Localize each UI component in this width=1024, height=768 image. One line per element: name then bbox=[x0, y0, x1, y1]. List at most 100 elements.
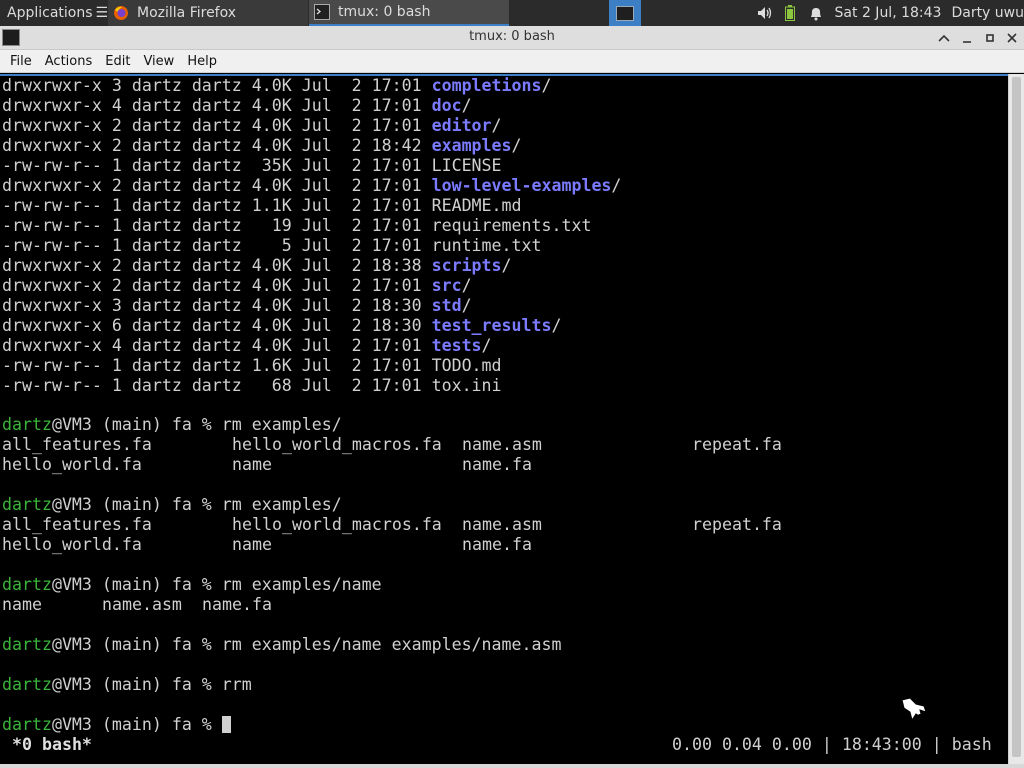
ls-dir-name: editor bbox=[431, 116, 492, 135]
prompt-user: dartz bbox=[2, 635, 52, 654]
ls-dir-suffix: / bbox=[551, 316, 562, 335]
notification-bell-icon[interactable] bbox=[807, 4, 825, 22]
applications-menu[interactable]: Applications ☰ bbox=[0, 0, 108, 26]
battery-icon[interactable] bbox=[782, 4, 800, 22]
prompt-host: @VM3 (main) fa % bbox=[51, 635, 222, 654]
window-titlebar[interactable]: tmux: 0 bash bbox=[0, 26, 1024, 50]
completion-item: hello_world.fa bbox=[2, 455, 142, 474]
prompt-line-current[interactable]: dartz@VM3 (main) fa % bbox=[2, 715, 231, 735]
prompt-host: @VM3 (main) fa % bbox=[51, 675, 222, 694]
tmux-window-list[interactable]: *0 bash* bbox=[12, 734, 92, 756]
maximize-button[interactable] bbox=[981, 29, 999, 47]
ls-dir-name: scripts bbox=[431, 256, 502, 275]
ls-row: drwxrwxr-x 2 dartz dartz 4.0K Jul 2 17:0… bbox=[2, 276, 472, 296]
ls-row-meta: -rw-rw-r-- 1 dartz dartz 1.1K Jul 2 17:0… bbox=[2, 196, 432, 215]
ls-row-meta: -rw-rw-r-- 1 dartz dartz 68 Jul 2 17:01 bbox=[2, 376, 432, 395]
maximize-icon bbox=[986, 34, 994, 42]
completion-item: name bbox=[232, 535, 272, 554]
terminal-scrollbar[interactable] bbox=[1008, 74, 1024, 764]
scrollbar-thumb[interactable] bbox=[1012, 77, 1021, 757]
ls-row: -rw-rw-r-- 1 dartz dartz 35K Jul 2 17:01… bbox=[2, 156, 502, 176]
ls-row: -rw-rw-r-- 1 dartz dartz 1.1K Jul 2 17:0… bbox=[2, 196, 522, 216]
ls-row: drwxrwxr-x 3 dartz dartz 4.0K Jul 2 18:3… bbox=[2, 296, 472, 316]
volume-icon[interactable] bbox=[756, 4, 774, 22]
ls-row: drwxrwxr-x 2 dartz dartz 4.0K Jul 2 17:0… bbox=[2, 116, 502, 136]
completion-row: hello_world.fa name name.fa bbox=[2, 535, 1002, 555]
completion-item: name bbox=[2, 595, 42, 614]
window-bottom-border bbox=[0, 764, 1024, 768]
taskbar-firefox-label: Mozilla Firefox bbox=[137, 5, 237, 21]
completion-row: all_features.fa hello_world_macros.fa na… bbox=[2, 515, 1002, 535]
completion-item: name.fa bbox=[462, 455, 532, 474]
ls-dir-suffix: / bbox=[611, 176, 622, 195]
taskbar-terminal[interactable]: tmux: 0 bash bbox=[309, 0, 509, 26]
prompt-host: @VM3 (main) fa % bbox=[51, 575, 222, 594]
prompt-user: dartz bbox=[2, 415, 52, 434]
text-cursor bbox=[221, 716, 231, 733]
taskbar-terminal-label: tmux: 0 bash bbox=[338, 4, 431, 20]
menu-separator: ☰ bbox=[95, 5, 108, 21]
ls-dir-suffix: / bbox=[481, 336, 492, 355]
prompt-host: @VM3 (main) fa % bbox=[51, 495, 222, 514]
terminal-icon bbox=[314, 4, 330, 20]
ls-row: drwxrwxr-x 4 dartz dartz 4.0K Jul 2 17:0… bbox=[2, 336, 492, 356]
prompt-line: dartz@VM3 (main) fa % rrm bbox=[2, 675, 252, 695]
completion-item: repeat.fa bbox=[692, 515, 782, 534]
prompt-host: @VM3 (main) fa % bbox=[51, 415, 222, 434]
ls-dir-name: src bbox=[431, 276, 462, 295]
user-menu[interactable]: Darty uwu bbox=[951, 5, 1024, 21]
ls-row: drwxrwxr-x 2 dartz dartz 4.0K Jul 2 17:0… bbox=[2, 176, 621, 196]
ls-file-name: TODO.md bbox=[431, 356, 502, 375]
ls-row-meta: drwxrwxr-x 4 dartz dartz 4.0K Jul 2 17:0… bbox=[2, 96, 432, 115]
minimize-icon bbox=[963, 41, 971, 43]
ls-dir-suffix: / bbox=[461, 276, 472, 295]
prompt-host: @VM3 (main) fa % bbox=[51, 715, 222, 734]
tmux-status-right: 0.00 0.04 0.00 | 18:43:00 | bash bbox=[672, 735, 992, 754]
applications-label: Applications bbox=[7, 5, 93, 21]
prompt-line: dartz@VM3 (main) fa % rm examples/ bbox=[2, 415, 342, 435]
system-tray: Sat 2 Jul, 18:43 Darty uwu bbox=[756, 0, 1024, 26]
taskbar-firefox[interactable]: Mozilla Firefox bbox=[108, 0, 308, 26]
chevron-up-icon bbox=[938, 34, 950, 42]
ls-row: drwxrwxr-x 2 dartz dartz 4.0K Jul 2 18:4… bbox=[2, 136, 522, 156]
minimize-button[interactable] bbox=[958, 29, 976, 47]
menu-view[interactable]: View bbox=[133, 54, 174, 69]
completion-row: all_features.fa hello_world_macros.fa na… bbox=[2, 435, 1002, 455]
command-text: rm examples/name bbox=[221, 575, 382, 594]
ls-dir-name: doc bbox=[431, 96, 462, 115]
ls-row: -rw-rw-r-- 1 dartz dartz 5 Jul 2 17:01 r… bbox=[2, 236, 542, 256]
prompt-user: dartz bbox=[2, 495, 52, 514]
ls-row-meta: drwxrwxr-x 2 dartz dartz 4.0K Jul 2 17:0… bbox=[2, 276, 432, 295]
prompt-line: dartz@VM3 (main) fa % rm examples/name bbox=[2, 575, 382, 595]
shade-button[interactable] bbox=[935, 29, 953, 47]
ls-dir-suffix: / bbox=[461, 296, 472, 315]
ls-row: -rw-rw-r-- 1 dartz dartz 1.6K Jul 2 17:0… bbox=[2, 356, 502, 376]
ls-row-meta: -rw-rw-r-- 1 dartz dartz 35K Jul 2 17:01 bbox=[2, 156, 432, 175]
completion-item: hello_world_macros.fa bbox=[232, 435, 442, 454]
prompt-user: dartz bbox=[2, 575, 52, 594]
ls-dir-name: examples bbox=[431, 136, 512, 155]
workspace-switcher[interactable] bbox=[609, 0, 641, 26]
ls-row: drwxrwxr-x 2 dartz dartz 4.0K Jul 2 18:3… bbox=[2, 256, 512, 276]
mouse-cursor-icon bbox=[901, 697, 927, 722]
ls-row-meta: -rw-rw-r-- 1 dartz dartz 1.6K Jul 2 17:0… bbox=[2, 356, 432, 375]
top-panel: Applications ☰ Mozilla Firefox tmux: 0 b… bbox=[0, 0, 1024, 26]
menu-file[interactable]: File bbox=[0, 54, 32, 69]
clock[interactable]: Sat 2 Jul, 18:43 bbox=[835, 5, 942, 21]
ls-file-name: README.md bbox=[431, 196, 522, 215]
tmux-status-bar: *0 bash* 0.00 0.04 0.00 | 18:43:00 | bas… bbox=[0, 734, 1008, 756]
ls-dir-suffix: / bbox=[491, 116, 502, 135]
menu-actions[interactable]: Actions bbox=[35, 54, 93, 69]
ls-dir-name: test_results bbox=[431, 316, 552, 335]
completion-item: name.fa bbox=[202, 595, 272, 614]
close-button[interactable] bbox=[1003, 29, 1021, 47]
terminal-view[interactable]: drwxrwxr-x 3 dartz dartz 4.0K Jul 2 17:0… bbox=[0, 74, 1008, 764]
ls-row: -rw-rw-r-- 1 dartz dartz 19 Jul 2 17:01 … bbox=[2, 216, 591, 236]
ls-file-name: tox.ini bbox=[431, 376, 502, 395]
ls-row-meta: drwxrwxr-x 6 dartz dartz 4.0K Jul 2 18:3… bbox=[2, 316, 432, 335]
menu-help[interactable]: Help bbox=[177, 54, 217, 69]
ls-dir-name: low-level-examples bbox=[431, 176, 612, 195]
menu-edit[interactable]: Edit bbox=[95, 54, 130, 69]
ls-row: drwxrwxr-x 6 dartz dartz 4.0K Jul 2 18:3… bbox=[2, 316, 561, 336]
completion-item: name.asm bbox=[462, 435, 542, 454]
